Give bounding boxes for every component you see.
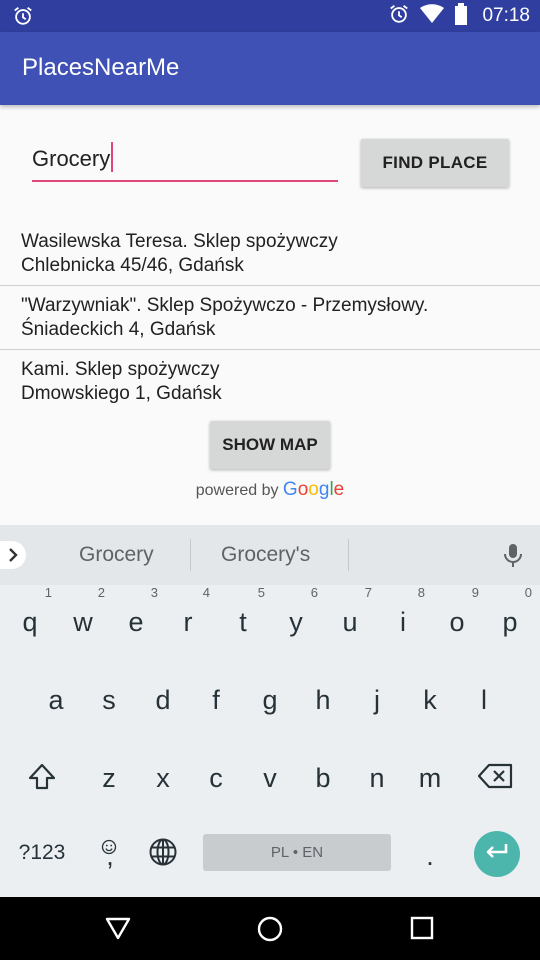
place-address: Dmowskiego 1, Gdańsk <box>21 383 222 404</box>
suggestion-divider <box>348 539 349 571</box>
period-key[interactable]: . <box>404 841 456 872</box>
place-name: Kami. Sklep spożywczy <box>21 359 220 380</box>
list-item[interactable]: Wasilewska Teresa. Sklep spożywczy Chleb… <box>0 222 540 286</box>
enter-key[interactable] <box>474 831 520 877</box>
google-logo: Google <box>282 479 345 500</box>
status-bar: 07:18 <box>0 0 540 32</box>
shift-icon[interactable] <box>16 763 68 798</box>
results-list: Wasilewska Teresa. Sklep spożywczy Chleb… <box>0 222 540 414</box>
key-w[interactable]: 2w <box>57 585 109 638</box>
app-bar: PlacesNearMe <box>0 32 540 105</box>
screen: 07:18 PlacesNearMe Grocery FIND PLACE Wa… <box>0 0 540 960</box>
soft-keyboard: Grocery Grocery's 1q 2w 3e 4r 5t 6y 7u 8… <box>0 525 540 897</box>
key-y[interactable]: 6y <box>270 585 322 638</box>
globe-icon[interactable] <box>137 837 189 874</box>
symbols-key[interactable]: ?123 <box>4 841 80 865</box>
key-o[interactable]: 9o <box>431 585 483 638</box>
suggestion-divider <box>190 539 191 571</box>
suggestion-2[interactable]: Grocery's <box>221 543 310 567</box>
list-item[interactable]: Kami. Sklep spożywczy Dmowskiego 1, Gdań… <box>0 350 540 414</box>
find-place-button[interactable]: FIND PLACE <box>361 139 509 187</box>
key-b[interactable]: b <box>297 763 349 794</box>
home-icon[interactable] <box>256 915 284 947</box>
suggestion-1[interactable]: Grocery <box>79 543 154 567</box>
recents-icon[interactable] <box>410 915 434 945</box>
key-t[interactable]: 5t <box>217 585 269 638</box>
show-map-button[interactable]: SHOW MAP <box>210 421 330 469</box>
key-d[interactable]: d <box>137 685 189 716</box>
comma-key[interactable]: , <box>84 839 136 872</box>
place-address: Śniadeckich 4, Gdańsk <box>21 319 216 340</box>
key-n[interactable]: n <box>351 763 403 794</box>
emoji-icon <box>101 831 117 862</box>
list-item[interactable]: "Warzywniak". Sklep Spożywczo - Przemysł… <box>0 286 540 350</box>
alarm-icon <box>12 5 34 31</box>
microphone-icon[interactable] <box>503 543 523 573</box>
back-icon[interactable] <box>105 915 131 945</box>
key-r[interactable]: 4r <box>162 585 214 638</box>
google-attribution: powered by Google <box>0 479 540 501</box>
key-x[interactable]: x <box>137 763 189 794</box>
search-input-text: Grocery <box>32 142 114 173</box>
key-q[interactable]: 1q <box>4 585 56 638</box>
alarm-icon <box>388 3 410 29</box>
key-h[interactable]: h <box>297 685 349 716</box>
key-j[interactable]: j <box>351 685 403 716</box>
key-g[interactable]: g <box>244 685 296 716</box>
place-address: Chlebnicka 45/46, Gdańsk <box>21 255 244 276</box>
key-p[interactable]: 0p <box>484 585 536 638</box>
wifi-icon <box>420 4 445 28</box>
space-bar[interactable]: PL • EN <box>203 834 391 871</box>
place-name: Wasilewska Teresa. Sklep spożywczy <box>21 231 338 252</box>
status-time: 07:18 <box>482 5 530 26</box>
battery-icon <box>454 3 468 29</box>
key-s[interactable]: s <box>83 685 135 716</box>
key-i[interactable]: 8i <box>377 585 429 638</box>
suggestion-strip: Grocery Grocery's <box>0 525 540 585</box>
key-e[interactable]: 3e <box>110 585 162 638</box>
backspace-icon[interactable] <box>470 763 522 796</box>
navigation-bar <box>0 897 540 960</box>
expand-suggestions-icon[interactable] <box>0 541 26 569</box>
search-input[interactable]: Grocery <box>32 140 338 182</box>
key-u[interactable]: 7u <box>324 585 376 638</box>
attribution-prefix: powered by <box>195 482 279 499</box>
key-c[interactable]: c <box>190 763 242 794</box>
key-l[interactable]: l <box>458 685 510 716</box>
place-name: "Warzywniak". Sklep Spożywczo - Przemysł… <box>21 295 429 316</box>
enter-icon <box>484 842 510 866</box>
key-z[interactable]: z <box>83 763 135 794</box>
key-a[interactable]: a <box>30 685 82 716</box>
text-cursor <box>111 142 114 173</box>
key-v[interactable]: v <box>244 763 296 794</box>
app-title: PlacesNearMe <box>22 54 180 81</box>
key-k[interactable]: k <box>404 685 456 716</box>
key-m[interactable]: m <box>404 763 456 794</box>
key-f[interactable]: f <box>190 685 242 716</box>
